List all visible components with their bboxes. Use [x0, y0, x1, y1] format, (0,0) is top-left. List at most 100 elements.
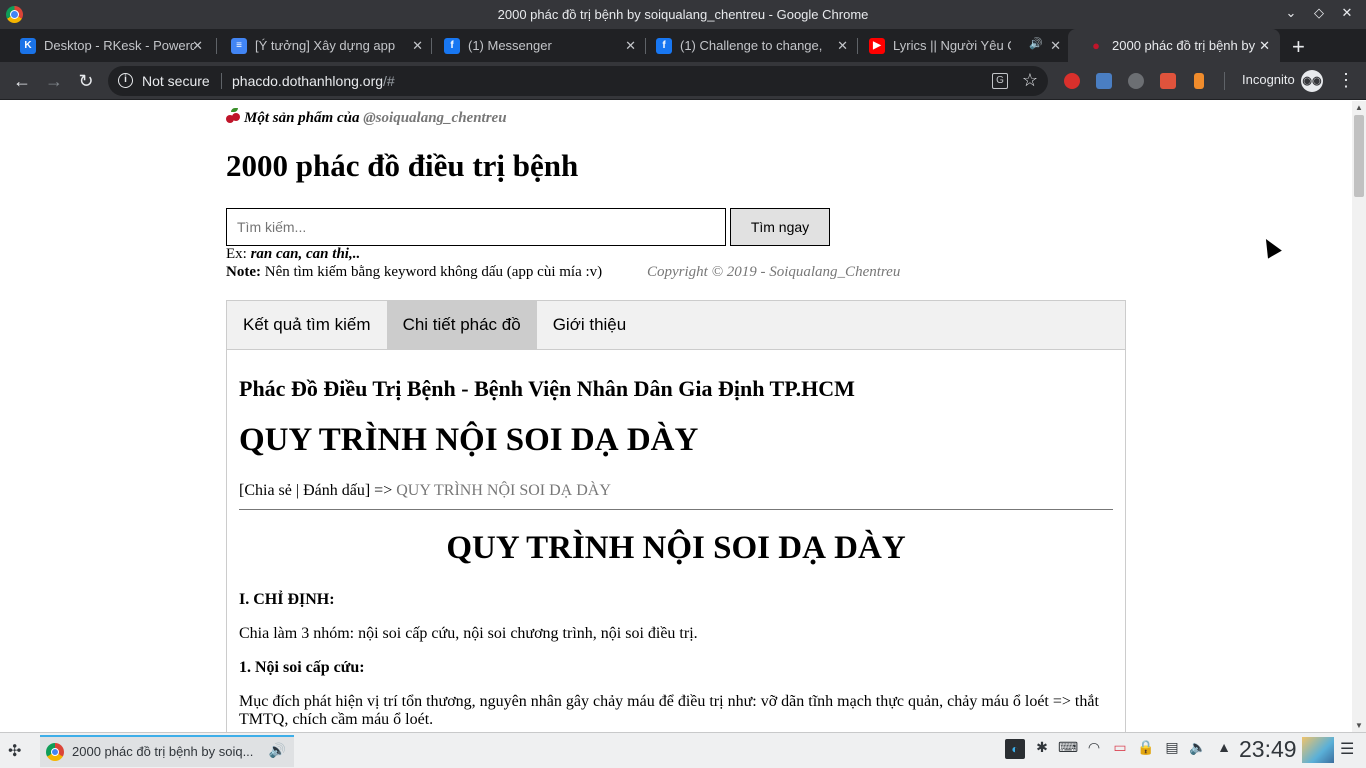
paragraph: Chia làm 3 nhóm: nội soi cấp cứu, nội so… — [239, 625, 698, 642]
subsection-heading: 1. Nội soi cấp cứu: — [239, 659, 365, 676]
k-icon: K — [20, 37, 36, 54]
tray-expand-icon[interactable]: ▲ — [1214, 739, 1234, 755]
page-title: 2000 phác đồ điều trị bệnh — [226, 148, 579, 183]
hospital-title: Phác Đồ Điều Trị Bệnh - Bệnh Viện Nhân D… — [239, 376, 855, 401]
page-viewport: Một sản phẩm của @soiqualang_chentreu 20… — [0, 101, 1352, 732]
forward-icon[interactable]: → — [43, 70, 65, 92]
clock[interactable]: 23:49 — [1239, 736, 1297, 763]
close-icon[interactable]: ✕ — [837, 38, 848, 54]
close-icon[interactable]: ✕ — [625, 38, 636, 54]
note-label: Note: — [226, 264, 261, 280]
facebook-icon: f — [656, 37, 672, 54]
tab-search-results[interactable]: Kết quả tìm kiếm — [227, 301, 387, 349]
tab-messenger[interactable]: f (1) Messenger ✕ — [424, 29, 646, 62]
tab-rkesk[interactable]: K Desktop - RKesk - Powerd ✕ — [0, 29, 213, 62]
product-prefix: Một sản phẩm của — [244, 110, 360, 126]
copyright-text: Copyright © 2019 - Soiqualang_Chentreu — [647, 264, 901, 280]
search-input[interactable] — [226, 208, 726, 246]
bookmark-star-icon[interactable]: ☆ — [1022, 70, 1038, 91]
scroll-up-icon[interactable]: ▲ — [1355, 103, 1363, 112]
tab-label: [Ý tưởng] Xây dựng app — [255, 38, 396, 53]
show-desktop-icon[interactable] — [1302, 737, 1334, 763]
new-tab-icon[interactable]: + — [1292, 34, 1305, 60]
translate-icon[interactable]: G — [992, 73, 1008, 89]
tab-label: (1) Messenger — [468, 38, 552, 53]
breadcrumb-current: QUY TRÌNH NỘI SOI DẠ DÀY — [396, 482, 611, 499]
tab-strip: K Desktop - RKesk - Powerd ✕ ≡ [Ý tưởng]… — [0, 29, 1366, 62]
bookmark-extension-icon[interactable] — [1194, 73, 1204, 89]
document-title: QUY TRÌNH NỘI SOI DẠ DÀY — [239, 422, 699, 458]
url-text[interactable]: phacdo.dothanhlong.org/# — [232, 73, 395, 89]
close-icon[interactable]: ✕ — [1050, 38, 1061, 54]
product-credit: Một sản phẩm của @soiqualang_chentreu — [226, 108, 507, 127]
maximize-icon[interactable]: ◇ — [1310, 5, 1328, 21]
close-icon[interactable]: ✕ — [1259, 38, 1270, 54]
translate-extension-icon[interactable] — [1096, 73, 1112, 89]
task-label: 2000 phác đồ trị bệnh by soiq... — [72, 744, 254, 759]
document-heading: QUY TRÌNH NỘI SOI DẠ DÀY — [446, 530, 906, 566]
docs-icon: ≡ — [231, 37, 247, 54]
product-author: @soiqualang_chentreu — [363, 110, 507, 126]
extension-icon[interactable] — [1160, 73, 1176, 89]
search-button[interactable]: Tìm ngay — [730, 208, 830, 246]
omnibox-divider — [221, 73, 222, 89]
toolbar-divider — [1224, 72, 1225, 90]
steam-icon[interactable]: ◐ — [1005, 739, 1025, 759]
clipboard-icon[interactable]: ▤ — [1162, 739, 1182, 756]
share-link[interactable]: Chia sẻ — [244, 482, 292, 499]
speaker-icon[interactable]: 🔊 — [269, 742, 286, 759]
wifi-icon[interactable]: ◠ — [1084, 739, 1104, 756]
app-launcher-icon[interactable]: ✣ — [8, 741, 21, 761]
close-icon[interactable]: ✕ — [192, 38, 203, 54]
hamburger-menu-icon[interactable]: ☰ — [1340, 739, 1354, 759]
incognito-label[interactable]: Incognito — [1242, 72, 1295, 87]
lightbulb-extension-icon[interactable] — [1128, 73, 1144, 89]
keyboard-icon[interactable]: ⌨ — [1058, 739, 1078, 756]
incognito-icon[interactable]: ◉◉ — [1301, 70, 1323, 92]
scroll-down-icon[interactable]: ▼ — [1355, 721, 1363, 730]
battery-icon[interactable]: ▭ — [1110, 739, 1130, 756]
example-hint: Ex: ran can, can thi,.. — [226, 246, 360, 263]
info-icon[interactable]: i — [118, 73, 133, 88]
tab-protocol-detail[interactable]: Chi tiết phác đồ — [386, 301, 537, 349]
close-window-icon[interactable]: ✕ — [1338, 5, 1356, 21]
close-icon[interactable]: ✕ — [412, 38, 423, 54]
cherry-icon — [226, 108, 240, 123]
tab-phacdo[interactable]: ● 2000 phác đồ trị bệnh by ✕ — [1068, 29, 1280, 62]
minimize-icon[interactable]: ⌄ — [1282, 5, 1300, 21]
tab-introduction[interactable]: Giới thiệu — [537, 301, 643, 349]
tab-label: 2000 phác đồ trị bệnh by — [1112, 38, 1256, 53]
window-title: 2000 phác đồ trị bệnh by soiqualang_chen… — [497, 7, 869, 22]
chrome-logo-icon — [46, 743, 64, 761]
bookmark-link[interactable]: Đánh dấu — [303, 482, 365, 499]
note-text: Nên tìm kiếm bằng keyword không dấu (app… — [264, 264, 603, 280]
lock-icon[interactable]: 🔒 — [1136, 739, 1156, 756]
tab-label: (1) Challenge to change, — [680, 38, 823, 53]
cherry-icon: ● — [1092, 38, 1100, 53]
reload-icon[interactable]: ↻ — [75, 70, 97, 92]
address-bar[interactable]: i Not secure phacdo.dothanhlong.org/# G … — [108, 66, 1048, 96]
taskbar-chrome-window[interactable]: 2000 phác đồ trị bệnh by soiq... 🔊 — [40, 735, 294, 767]
security-label[interactable]: Not secure — [142, 73, 210, 89]
volume-icon[interactable]: 🔈 — [1188, 739, 1208, 756]
example-text: ran can, can thi,.. — [250, 246, 361, 262]
content-tabs: Kết quả tìm kiếm Chi tiết phác đồ Giới t… — [227, 301, 1125, 350]
facebook-icon: f — [444, 37, 460, 54]
taskbar: ✣ 2000 phác đồ trị bệnh by soiq... 🔊 ◐ ✱… — [0, 732, 1366, 768]
scrollbar-thumb[interactable] — [1354, 115, 1364, 197]
adblock-extension-icon[interactable] — [1064, 73, 1080, 89]
page-scrollbar[interactable]: ▲ ▼ — [1352, 101, 1366, 732]
paragraph: Mục đích phát hiện vị trí tổn thương, ng… — [239, 693, 1099, 728]
tab-challenge[interactable]: f (1) Challenge to change, ✕ — [636, 29, 858, 62]
menu-icon[interactable]: ⋮ — [1337, 70, 1355, 91]
tab-y-tuong[interactable]: ≡ [Ý tưởng] Xây dựng app ✕ — [211, 29, 433, 62]
bluetooth-icon[interactable]: ✱ — [1032, 739, 1052, 756]
speaker-icon[interactable]: 🔊 — [1029, 37, 1043, 50]
window-titlebar: 2000 phác đồ trị bệnh by soiqualang_chen… — [0, 0, 1366, 29]
back-icon[interactable]: ← — [11, 70, 33, 92]
note-hint: Note: Nên tìm kiếm bằng keyword không dấ… — [226, 264, 602, 281]
tab-lyrics[interactable]: ▶ Lyrics || Người Yêu C 🔊 ✕ — [849, 29, 1071, 62]
url-path: /# — [383, 73, 395, 89]
tab-label: Desktop - RKesk - Powerd — [44, 38, 194, 53]
divider — [239, 509, 1113, 510]
